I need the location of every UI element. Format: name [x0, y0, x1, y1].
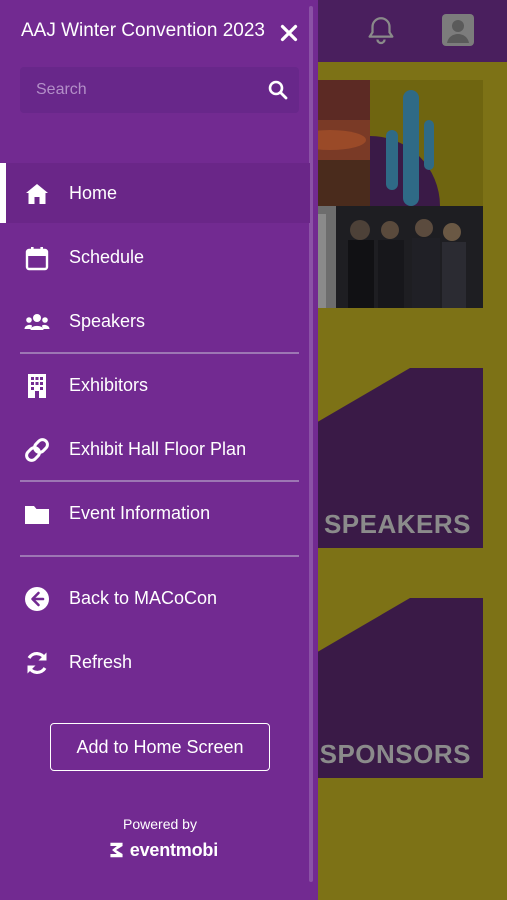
nav-item-label: Back to MACoCon: [69, 587, 218, 608]
sponsors-tile-label: SPONSORS: [319, 739, 471, 769]
folder-icon: [25, 506, 49, 524]
search-icon[interactable]: [266, 78, 290, 102]
sponsors-tile[interactable]: SPONSORS: [290, 598, 483, 778]
nav-item-home[interactable]: Home: [0, 163, 310, 223]
eventmobi-mark-icon: [110, 842, 123, 858]
nav-item-speakers[interactable]: Speakers: [0, 291, 310, 351]
hero-image-tile[interactable]: [290, 80, 483, 308]
nav-item-back-to-macocon[interactable]: Back to MACoCon: [0, 568, 310, 628]
nav-item-label: Home: [69, 182, 118, 203]
users-icon: [24, 314, 50, 330]
user-avatar-icon[interactable]: [442, 14, 474, 46]
nav-item-label: Speakers: [69, 310, 146, 331]
nav-item-event-information[interactable]: Event Information: [0, 483, 310, 543]
drawer-title: AAJ Winter Convention 2023: [21, 20, 265, 41]
divider: [20, 480, 299, 482]
nav-item-exhibit-hall-floor-plan[interactable]: Exhibit Hall Floor Plan: [0, 419, 310, 479]
eventmobi-logo: eventmobi: [108, 836, 218, 864]
nav-item-label: Event Information: [69, 502, 211, 523]
refresh-icon: [27, 652, 47, 674]
arrow-circle-left-icon: [25, 587, 49, 611]
calendar-icon: [25, 247, 49, 271]
nav-item-label: Refresh: [69, 651, 133, 672]
nav-item-exhibitors[interactable]: Exhibitors: [0, 355, 310, 415]
building-icon: [28, 374, 46, 398]
speakers-tile-label: SPEAKERS: [323, 509, 471, 539]
nav-item-refresh[interactable]: Refresh: [0, 632, 310, 692]
search-box: [20, 67, 299, 113]
speakers-tile[interactable]: SPEAKERS: [290, 368, 483, 548]
brand-name: eventmobi: [129, 839, 218, 860]
powered-by-text: Powered by: [123, 816, 197, 832]
bell-icon[interactable]: [364, 14, 398, 48]
nav-item-label: Schedule: [69, 246, 145, 267]
link-icon: [25, 438, 49, 462]
nav-item-label: Exhibitors: [69, 374, 149, 395]
navigation-drawer: AAJ Winter Convention 2023 Home Schedule: [0, 0, 318, 900]
home-icon: [26, 184, 48, 204]
close-icon[interactable]: [276, 20, 302, 46]
nav-item-label: Exhibit Hall Floor Plan: [69, 438, 247, 459]
add-to-home-screen-button[interactable]: Add to Home Screen: [50, 723, 270, 771]
divider: [20, 352, 299, 354]
search-input[interactable]: [36, 79, 256, 101]
nav-item-schedule[interactable]: Schedule: [0, 227, 310, 287]
divider: [20, 555, 299, 557]
